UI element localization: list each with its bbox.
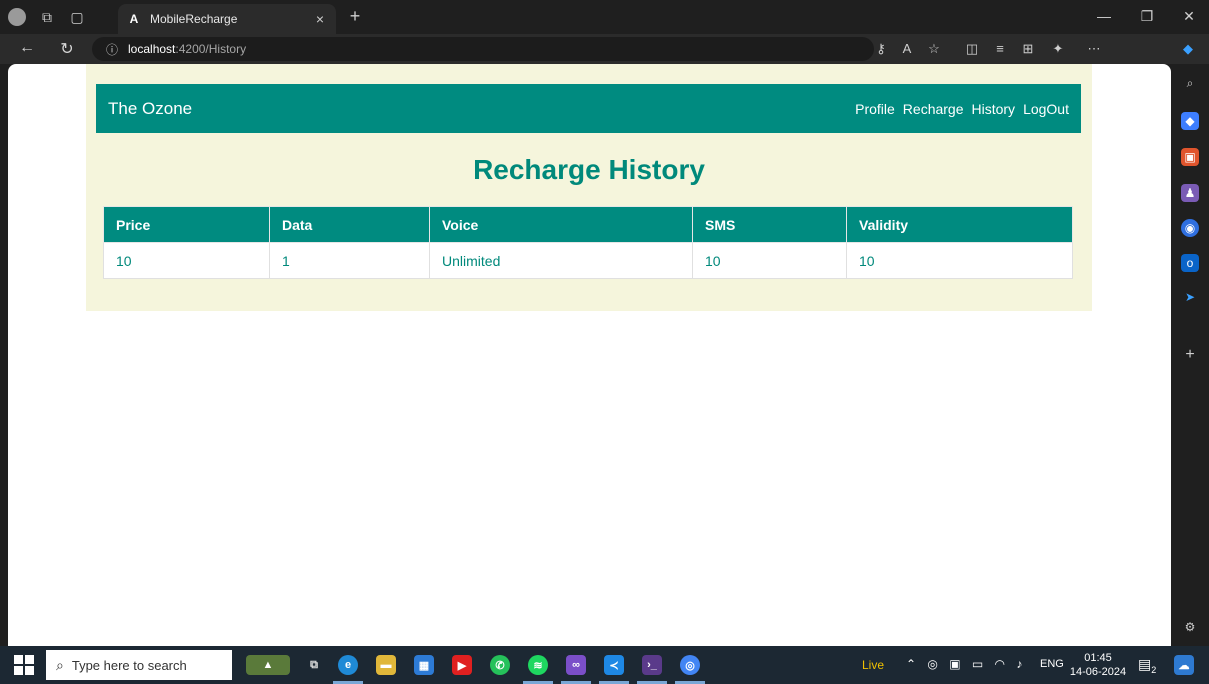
- language-indicator[interactable]: ENG: [1040, 658, 1064, 670]
- more-options-icon[interactable]: ⋯: [1084, 41, 1104, 57]
- minimize-icon[interactable]: —: [1089, 8, 1119, 24]
- page-viewport: The Ozone Profile Recharge History LogOu…: [8, 64, 1171, 646]
- address-bar[interactable]: ⓘ localhost :4200/History: [92, 37, 874, 61]
- app-container: The Ozone Profile Recharge History LogOu…: [86, 64, 1092, 311]
- tools-briefcase-icon[interactable]: ▣: [1181, 148, 1199, 166]
- outlook-icon[interactable]: o: [1181, 254, 1199, 272]
- collections-icon[interactable]: ⊞: [1018, 41, 1038, 57]
- search-placeholder: Type here to search: [71, 657, 187, 673]
- window-close-icon[interactable]: ✕: [1174, 8, 1204, 25]
- app-navbar: The Ozone Profile Recharge History LogOu…: [96, 84, 1081, 133]
- angular-favicon-icon: A: [129, 12, 139, 26]
- add-sidebar-icon[interactable]: +: [1181, 346, 1199, 364]
- read-aloud-icon[interactable]: A: [897, 41, 917, 56]
- column-header-sms: SMS: [692, 206, 847, 243]
- youtube-icon[interactable]: ▶: [452, 655, 472, 675]
- back-icon[interactable]: ←: [16, 39, 38, 57]
- edge-app-icon[interactable]: e: [338, 655, 358, 675]
- browser-tab-bar: ⧉ ▢ A MobileRecharge × + — ❐ ✕: [0, 0, 1209, 34]
- browser-toolbar: ← ↻ ⓘ localhost :4200/History ⚷ A ☆ ◫ ≡ …: [0, 34, 1209, 64]
- system-tray-icons[interactable]: ⌃ ◎ ▣ ▭ ◠ ♪: [906, 657, 1026, 671]
- tab-title: MobileRecharge: [150, 12, 238, 26]
- recharge-history-table: Price Data Voice SMS Validity 10 1 Unlim…: [103, 206, 1073, 279]
- send-icon[interactable]: ➤: [1181, 288, 1199, 306]
- live-indicator[interactable]: Live: [862, 658, 884, 672]
- split-screen-icon[interactable]: ◫: [962, 41, 982, 57]
- copilot-sidebar-icon[interactable]: ◉: [1181, 219, 1199, 237]
- column-header-price: Price: [103, 206, 270, 243]
- chrome-icon[interactable]: ◎: [680, 655, 700, 675]
- visual-studio-icon[interactable]: ∞: [566, 655, 586, 675]
- cell-price: 10: [103, 242, 270, 279]
- profile-avatar-icon[interactable]: [8, 8, 26, 26]
- site-info-icon[interactable]: ⓘ: [106, 41, 118, 58]
- column-header-data: Data: [269, 206, 430, 243]
- whatsapp-icon[interactable]: ✆: [490, 655, 510, 675]
- tab-actions-icon[interactable]: ▢: [62, 0, 92, 34]
- cell-data: 1: [269, 242, 430, 279]
- cell-voice: Unlimited: [429, 242, 693, 279]
- task-view-icon[interactable]: ⧉: [304, 655, 324, 675]
- key-icon[interactable]: ⚷: [871, 41, 891, 57]
- teams-chat-icon[interactable]: ☁: [1174, 655, 1194, 675]
- nav-link-recharge[interactable]: Recharge: [903, 101, 964, 117]
- clock[interactable]: 01:45 14-06-2024: [1068, 651, 1128, 679]
- copilot-icon[interactable]: ◆: [1178, 41, 1198, 57]
- restore-icon[interactable]: ❐: [1132, 8, 1162, 25]
- new-tab-button[interactable]: +: [344, 6, 366, 27]
- url-path: :4200/History: [175, 42, 247, 56]
- file-explorer-icon[interactable]: ▬: [376, 655, 396, 675]
- table-row: 10 1 Unlimited 10 10: [103, 242, 1073, 279]
- windows-start-icon[interactable]: [14, 655, 34, 675]
- sidebar-settings-icon[interactable]: ⚙: [1181, 618, 1199, 636]
- nav-link-profile[interactable]: Profile: [855, 101, 895, 117]
- search-icon: ⌕: [56, 656, 64, 673]
- brand-title[interactable]: The Ozone: [108, 99, 847, 119]
- news-widget-icon[interactable]: ▲: [246, 655, 290, 675]
- column-header-voice: Voice: [429, 206, 693, 243]
- browser-tab[interactable]: A MobileRecharge ×: [118, 4, 336, 34]
- table-header-row: Price Data Voice SMS Validity: [103, 206, 1073, 243]
- column-header-validity: Validity: [846, 206, 1073, 243]
- favorites-icon[interactable]: ≡: [990, 41, 1010, 56]
- vscode-icon[interactable]: ≺: [604, 655, 624, 675]
- windows-taskbar: ⌕ Type here to search ▲ ⧉ e ▬ ▦ ▶ ✆ ≋ ∞ …: [0, 646, 1209, 684]
- extension-icon[interactable]: ✦: [1048, 41, 1068, 57]
- edge-sidebar: ⌕ ◆ ▣ ♟ ◉ o ➤ + ⚙: [1171, 64, 1209, 646]
- clock-time: 01:45: [1084, 652, 1112, 664]
- cell-validity: 10: [846, 242, 1073, 279]
- notification-icon[interactable]: ▤2: [1138, 656, 1156, 675]
- games-icon[interactable]: ♟: [1181, 184, 1199, 202]
- notification-count: 2: [1151, 664, 1157, 675]
- nav-link-history[interactable]: History: [972, 101, 1016, 117]
- url-host: localhost: [128, 42, 176, 56]
- sidebar-search-icon[interactable]: ⌕: [1181, 74, 1199, 92]
- spotify-icon[interactable]: ≋: [528, 655, 548, 675]
- tab-close-icon[interactable]: ×: [312, 11, 328, 27]
- shopping-tag-icon[interactable]: ◆: [1181, 112, 1199, 130]
- taskbar-search-box[interactable]: ⌕ Type here to search: [46, 650, 232, 680]
- clock-date: 14-06-2024: [1069, 666, 1127, 678]
- store-icon[interactable]: ▦: [414, 655, 434, 675]
- refresh-icon[interactable]: ↻: [56, 39, 78, 59]
- terminal-icon[interactable]: ›_: [642, 655, 662, 675]
- favorite-star-icon[interactable]: ☆: [924, 41, 944, 57]
- nav-link-logout[interactable]: LogOut: [1023, 101, 1069, 117]
- workspaces-icon[interactable]: ⧉: [32, 0, 62, 34]
- cell-sms: 10: [692, 242, 847, 279]
- page-title: Recharge History: [473, 154, 705, 185]
